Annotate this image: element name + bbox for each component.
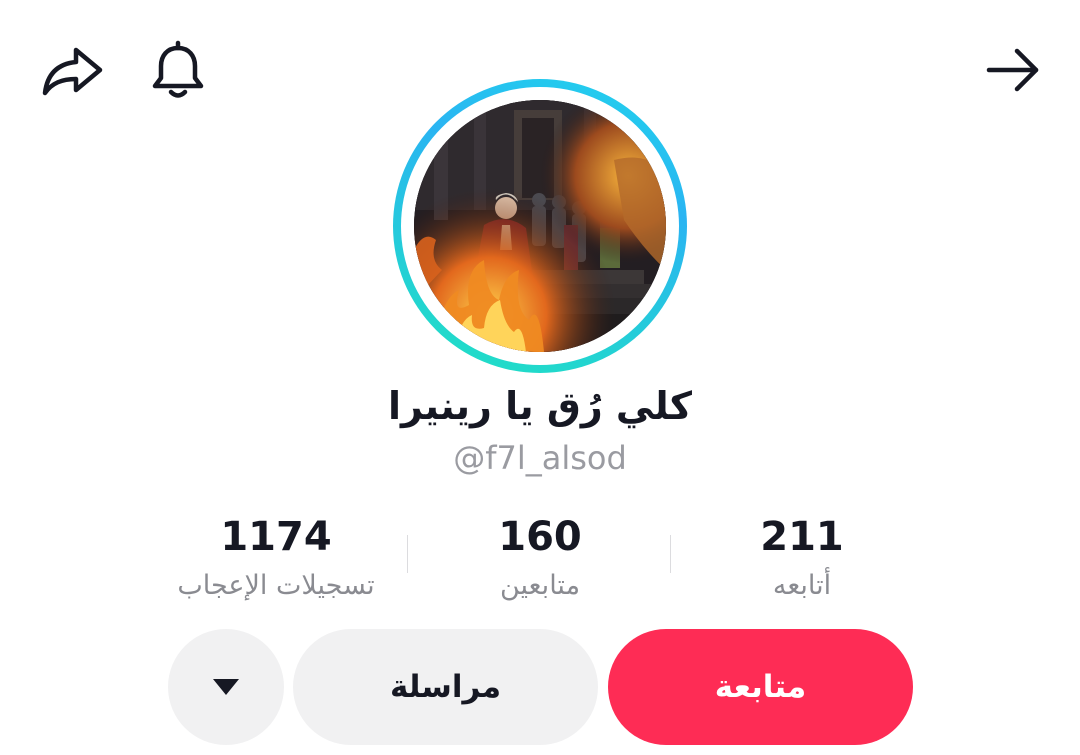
stat-divider (670, 535, 671, 573)
followers-count: 160 (498, 514, 582, 560)
avatar-image (414, 100, 666, 352)
triangle-down-icon (213, 679, 239, 695)
likes-label: تسجيلات الإعجاب (177, 570, 375, 601)
following-label: أتابعه (772, 570, 832, 601)
avatar-ring[interactable] (393, 79, 687, 373)
profile-screen: كلي رُق يا رينيرا @f7l_alsod 1174 تسجيلا… (0, 0, 1080, 755)
bell-icon[interactable] (146, 38, 210, 102)
arrow-right-icon[interactable] (981, 38, 1045, 102)
username: @f7l_alsod (453, 439, 627, 477)
more-options-button[interactable] (168, 629, 284, 745)
followers-stat[interactable]: 160 متابعين (410, 510, 670, 606)
message-button[interactable]: مراسلة (293, 629, 598, 745)
share-icon[interactable] (40, 38, 104, 102)
avatar[interactable] (414, 100, 666, 352)
stat-divider (407, 535, 408, 573)
following-count: 211 (760, 514, 844, 560)
display-name: كلي رُق يا رينيرا (388, 384, 692, 428)
avatar-frame (401, 87, 679, 365)
likes-count: 1174 (220, 514, 332, 560)
following-stat[interactable]: 211 أتابعه (672, 510, 932, 606)
follow-button[interactable]: متابعة (608, 629, 913, 745)
likes-stat: 1174 تسجيلات الإعجاب (146, 510, 406, 606)
followers-label: متابعين (499, 570, 581, 601)
